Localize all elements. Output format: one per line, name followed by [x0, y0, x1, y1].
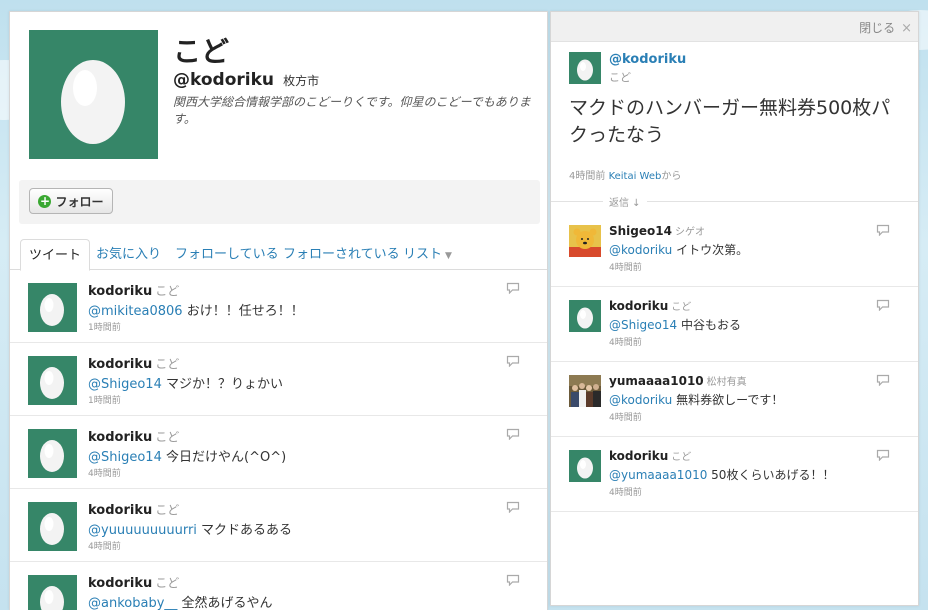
- source-link[interactable]: Keitai Web: [609, 171, 662, 182]
- reply-author[interactable]: Shigeo14 シゲオ: [609, 223, 705, 238]
- mention-link[interactable]: @yuuuuuuuuurri: [88, 523, 197, 538]
- tweet-text: @yuuuuuuuuurri マクドあるある: [88, 523, 293, 538]
- egg-avatar[interactable]: [28, 283, 77, 332]
- egg-avatar[interactable]: [28, 429, 77, 478]
- detail-author-handle[interactable]: @kodoriku: [609, 52, 686, 67]
- tweet-author[interactable]: kodoriku こど: [88, 355, 179, 372]
- tweet-item[interactable]: kodoriku こど @yuuuuuuuuurri マクドあるある 4時間前: [10, 489, 547, 562]
- tweet-author[interactable]: kodoriku こど: [88, 574, 179, 591]
- reply-item[interactable]: yumaaaa1010 松村有真 @kodoriku 無料券欲しーです！ 4時間前: [551, 362, 918, 437]
- reply-timestamp[interactable]: 4時間前: [609, 335, 642, 348]
- tweet-detail-panel: 閉じる × @kodoriku こど マクドのハンバーガー無料券500枚パクったな…: [550, 11, 919, 606]
- reply-author[interactable]: kodoriku こど: [609, 448, 691, 463]
- mention-link[interactable]: @Shigeo14: [88, 450, 162, 465]
- bear-avatar[interactable]: [569, 225, 601, 257]
- reply-text: @Shigeo14 中谷もおる: [609, 318, 741, 332]
- tab-following[interactable]: フォローしている: [175, 239, 279, 270]
- detail-close-bar: 閉じる ×: [551, 12, 918, 42]
- mention-link[interactable]: @kodoriku: [609, 393, 672, 407]
- close-icon[interactable]: ×: [901, 21, 912, 36]
- egg-avatar[interactable]: [28, 575, 77, 610]
- close-button[interactable]: 閉じる ×: [859, 19, 912, 36]
- reply-item[interactable]: kodoriku こど @Shigeo14 中谷もおる 4時間前: [551, 287, 918, 362]
- follow-label: フォロー: [55, 194, 104, 209]
- speech-bubble-icon[interactable]: [506, 282, 520, 294]
- tweet-text: @mikitea0806 おけ！！任せろ！！: [88, 304, 304, 319]
- profile-name: こど: [173, 35, 230, 68]
- tweet-timestamp[interactable]: 1時間前: [88, 393, 121, 406]
- tweet-text: @Shigeo14 今日だけやん(^O^): [88, 450, 287, 465]
- detail-tweet-text: マクドのハンバーガー無料券500枚パクったなう: [569, 97, 891, 146]
- reply-author[interactable]: yumaaaa1010 松村有真: [609, 373, 747, 388]
- profile-action-bar: + フォロー: [19, 180, 540, 224]
- tweet-author[interactable]: kodoriku こど: [88, 282, 179, 299]
- speech-bubble-icon[interactable]: [876, 449, 890, 461]
- tweet-author[interactable]: kodoriku こど: [88, 428, 179, 445]
- replies-divider: 返信 ↓: [551, 192, 918, 212]
- replies-label: 返信 ↓: [603, 194, 647, 209]
- reply-item[interactable]: Shigeo14 シゲオ @kodoriku イトウ次第。 4時間前: [551, 212, 918, 287]
- tweet-text: @ankobaby__ 全然あげるやん: [88, 596, 273, 610]
- plus-icon: +: [38, 193, 52, 208]
- reply-text: @kodoriku 無料券欲しーです！: [609, 393, 784, 407]
- speech-bubble-icon[interactable]: [506, 428, 520, 440]
- tweet-timestamp[interactable]: 4時間前: [88, 466, 121, 479]
- profile-handle: @kodoriku: [173, 70, 274, 90]
- follow-button[interactable]: + フォロー: [29, 188, 113, 214]
- tweet-item[interactable]: kodoriku こど @mikitea0806 おけ！！任せろ！！ 1時間前: [10, 270, 547, 343]
- profile-location: 枚方市: [283, 74, 320, 88]
- speech-bubble-icon[interactable]: [506, 574, 520, 586]
- detail-author-name: こど: [609, 71, 631, 84]
- tweet-item[interactable]: kodoriku こど @ankobaby__ 全然あげるやん: [10, 562, 547, 610]
- profile-panel: こど @kodoriku 枚方市 関西大学総合情報学部のこどーりくです。仰星のこ…: [9, 11, 548, 610]
- tweet-author[interactable]: kodoriku こど: [88, 501, 179, 518]
- profile-handle-row: @kodoriku 枚方市: [173, 70, 319, 90]
- tweet-text: @Shigeo14 マジか！？りょかい: [88, 377, 283, 392]
- mention-link[interactable]: @kodoriku: [609, 243, 672, 257]
- mention-link[interactable]: @yumaaaa1010: [609, 468, 707, 482]
- speech-bubble-icon[interactable]: [876, 299, 890, 311]
- tab-followers[interactable]: フォローされている: [283, 239, 400, 270]
- tweet-timeline: kodoriku こど @mikitea0806 おけ！！任せろ！！ 1時間前 k…: [10, 270, 547, 610]
- egg-avatar[interactable]: [569, 450, 601, 482]
- mention-link[interactable]: @Shigeo14: [88, 377, 162, 392]
- egg-avatar[interactable]: [28, 502, 77, 551]
- reply-author[interactable]: kodoriku こど: [609, 298, 691, 313]
- mention-link[interactable]: @ankobaby__: [88, 596, 177, 610]
- reply-timestamp[interactable]: 4時間前: [609, 410, 642, 423]
- egg-avatar[interactable]: [569, 300, 601, 332]
- tweet-item[interactable]: kodoriku こど @Shigeo14 今日だけやん(^O^) 4時間前: [10, 416, 547, 489]
- tweet-item[interactable]: kodoriku こど @Shigeo14 マジか！？りょかい 1時間前: [10, 343, 547, 416]
- mention-link[interactable]: @mikitea0806: [88, 304, 183, 319]
- speech-bubble-icon[interactable]: [506, 355, 520, 367]
- speech-bubble-icon[interactable]: [876, 374, 890, 386]
- profile-header: こど @kodoriku 枚方市 関西大学総合情報学部のこどーりくです。仰星のこ…: [10, 12, 547, 180]
- tweet-timestamp[interactable]: 1時間前: [88, 320, 121, 333]
- chevron-down-icon: ▼: [445, 251, 452, 261]
- tweet-timestamp[interactable]: 4時間前: [88, 539, 121, 552]
- reply-timestamp[interactable]: 4時間前: [609, 260, 642, 273]
- egg-avatar[interactable]: [29, 30, 158, 159]
- tab-lists[interactable]: リスト ▼: [403, 239, 452, 270]
- reply-list: Shigeo14 シゲオ @kodoriku イトウ次第。 4時間前 kodori…: [551, 212, 918, 512]
- reply-timestamp[interactable]: 4時間前: [609, 485, 642, 498]
- detail-meta: 4時間前 Keitai Webから: [569, 171, 682, 182]
- reply-text: @yumaaaa1010 50枚くらいあげる！！: [609, 468, 835, 482]
- profile-bio: 関西大学総合情報学部のこどーりくです。仰星のこどーでもあります。: [173, 95, 531, 126]
- mention-link[interactable]: @Shigeo14: [609, 318, 677, 332]
- tab-favorites[interactable]: お気に入り: [96, 239, 161, 270]
- profile-tabs: ツイート お気に入り フォローしている フォローされている リスト ▼: [10, 239, 547, 271]
- speech-bubble-icon[interactable]: [506, 501, 520, 513]
- reply-item[interactable]: kodoriku こど @yumaaaa1010 50枚くらいあげる！！ 4時間前: [551, 437, 918, 512]
- tab-tweets[interactable]: ツイート: [20, 239, 91, 271]
- reply-text: @kodoriku イトウ次第。: [609, 243, 749, 257]
- group-photo-avatar[interactable]: [569, 375, 601, 407]
- egg-avatar[interactable]: [28, 356, 77, 405]
- detail-timestamp[interactable]: 4時間前: [569, 171, 605, 182]
- egg-avatar[interactable]: [569, 52, 601, 84]
- speech-bubble-icon[interactable]: [876, 224, 890, 236]
